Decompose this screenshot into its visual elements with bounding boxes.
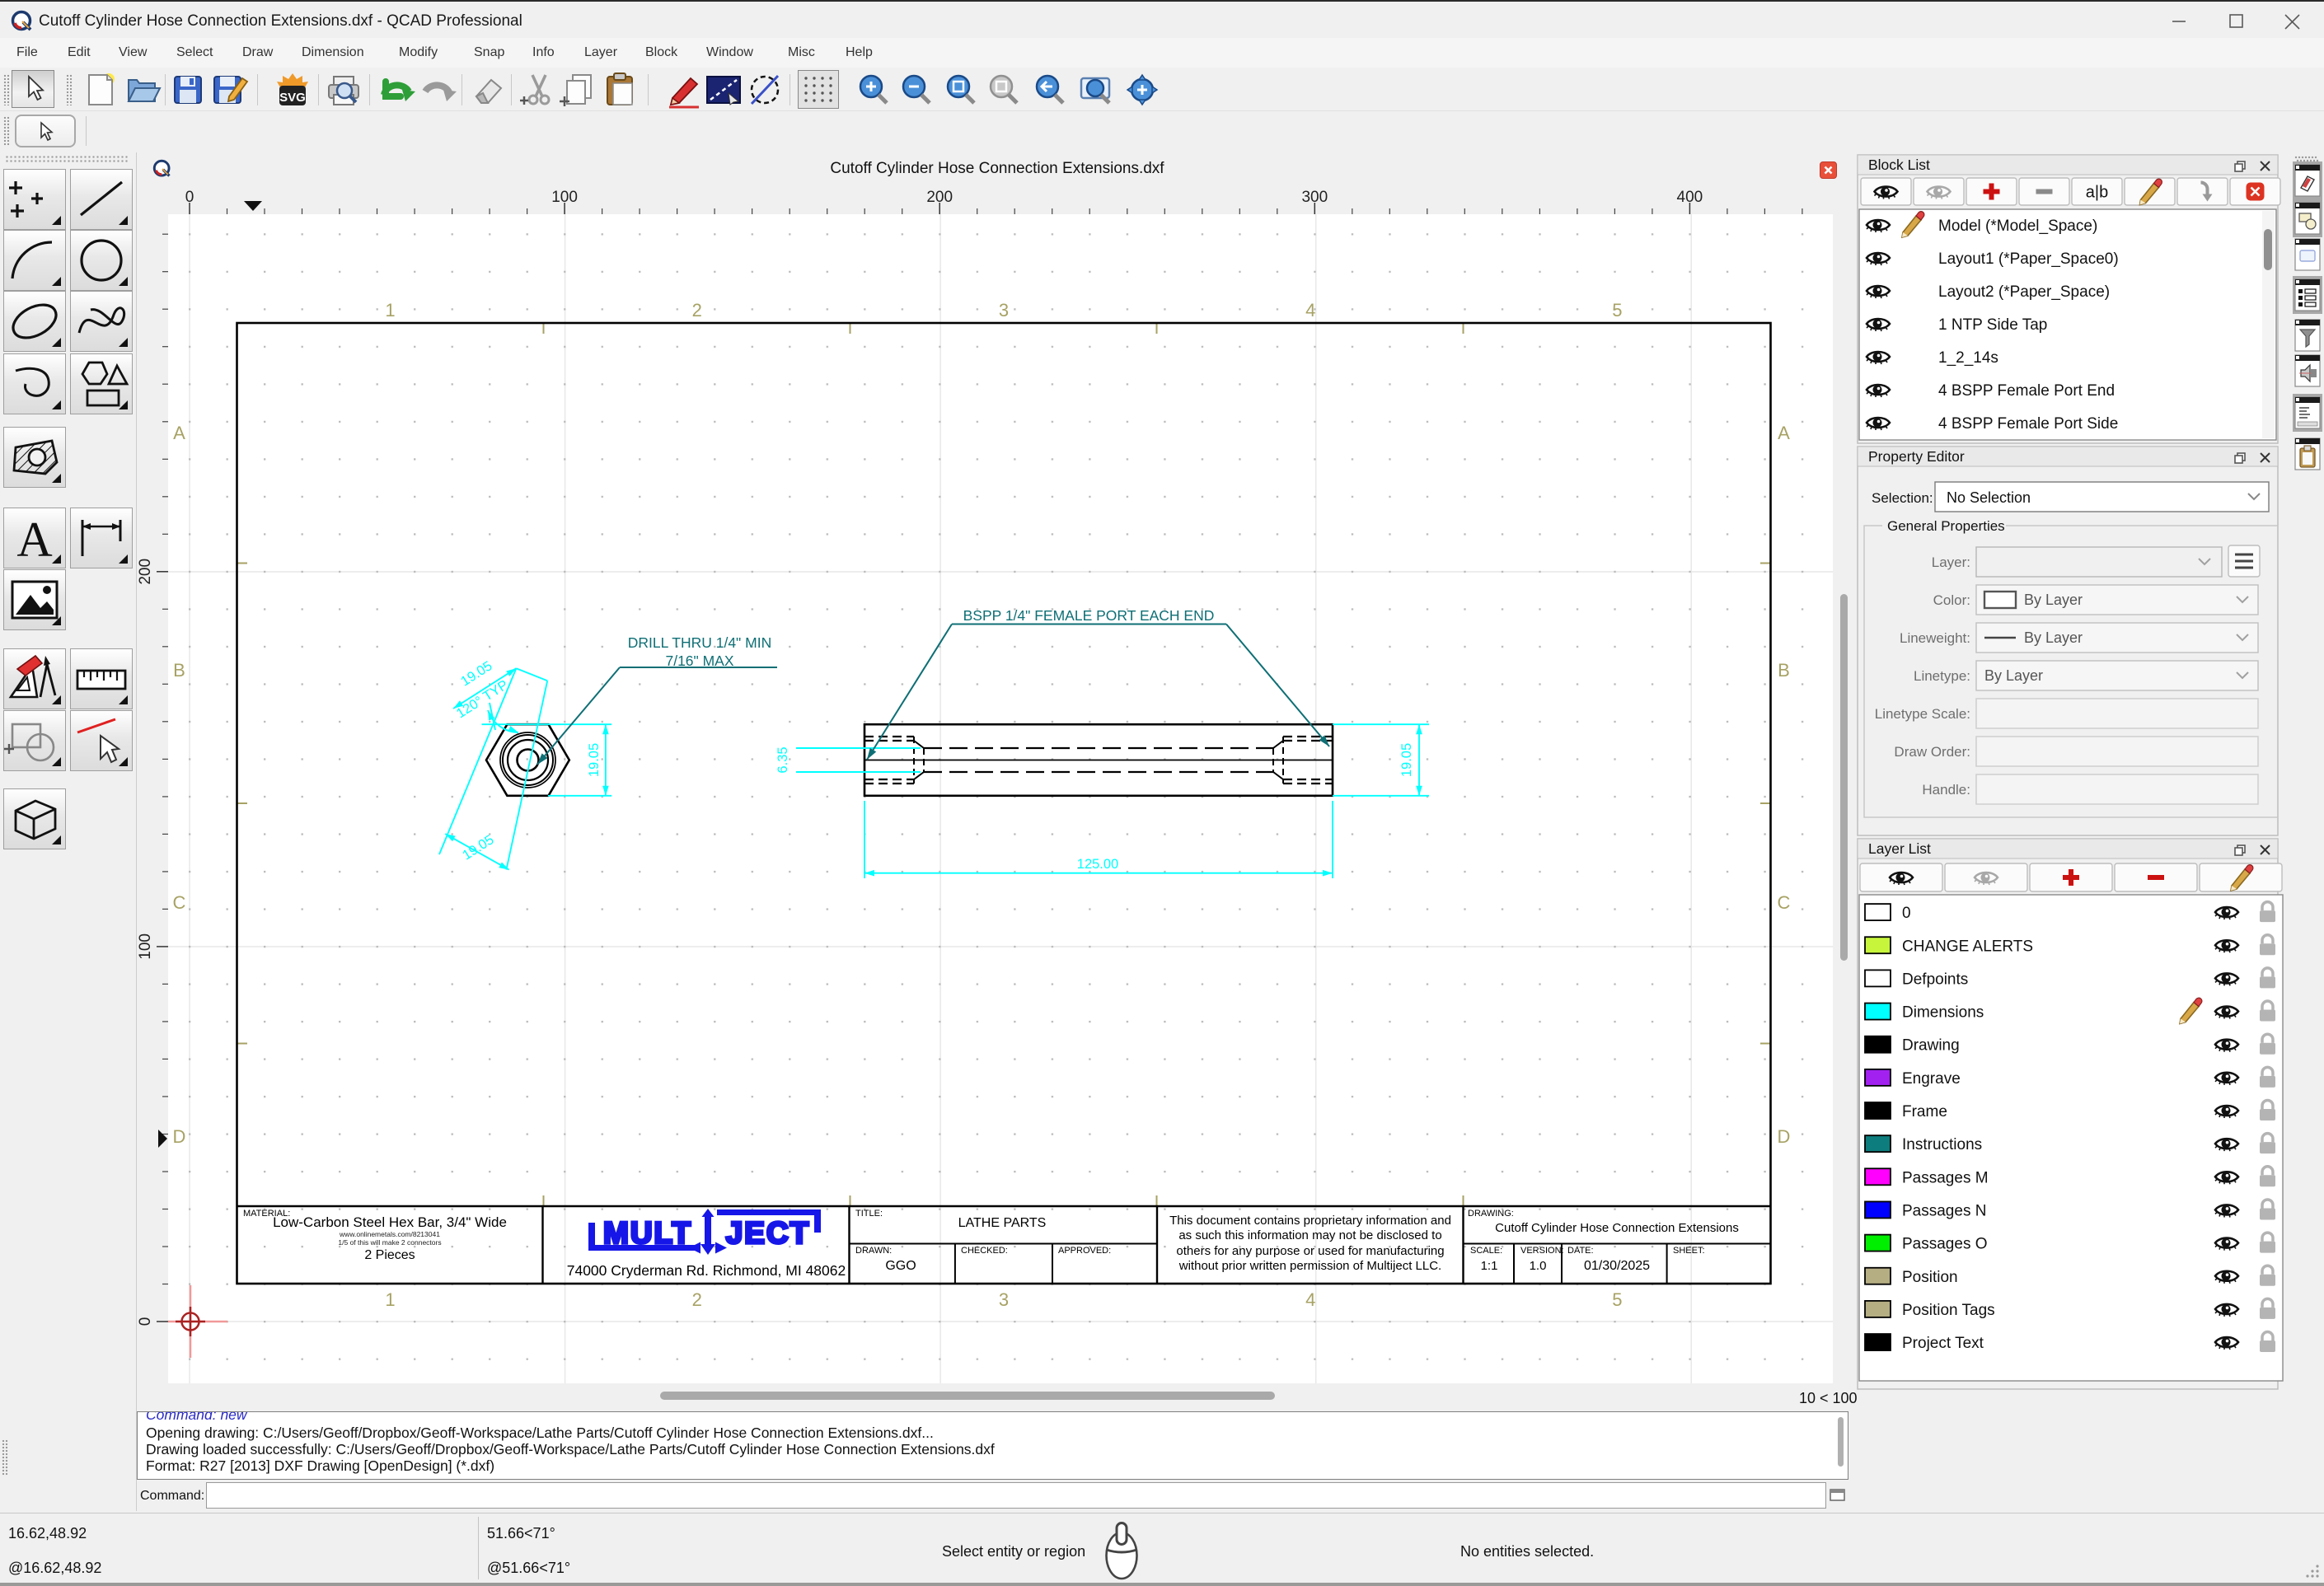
svg-text:DRILL THRU 1/4" MIN: DRILL THRU 1/4" MIN <box>628 634 771 651</box>
svg-text:Block List: Block List <box>1868 157 1930 173</box>
svg-text:By Layer: By Layer <box>1984 667 2043 684</box>
svg-text:JECT: JECT <box>726 1216 811 1250</box>
svg-text:7/16" MAX: 7/16" MAX <box>665 653 733 669</box>
svg-text:Instructions: Instructions <box>1902 1136 1982 1153</box>
svg-text:300: 300 <box>1301 189 1328 206</box>
svg-text:Property Editor: Property Editor <box>1868 448 1965 465</box>
svg-text:5: 5 <box>1612 1289 1622 1310</box>
svg-text:Defpoints: Defpoints <box>1902 971 1968 988</box>
svg-text:1_2_14s: 1_2_14s <box>1938 349 1998 367</box>
svg-text:3: 3 <box>999 1289 1009 1310</box>
svg-text:100: 100 <box>137 933 154 960</box>
svg-text:BSPP 1/4" FEMALE PORT EACH END: BSPP 1/4" FEMALE PORT EACH END <box>963 607 1215 624</box>
svg-text:Layer List: Layer List <box>1868 840 1931 857</box>
svg-text:Project Text: Project Text <box>1902 1335 1984 1352</box>
svg-text:1.0: 1.0 <box>1530 1259 1547 1273</box>
svg-text:Passages N: Passages N <box>1902 1202 1986 1219</box>
svg-text:A: A <box>16 512 52 567</box>
svg-text:Linetype Scale:: Linetype Scale: <box>1875 706 1970 722</box>
svg-text:SHEET:: SHEET: <box>1673 1246 1705 1256</box>
svg-text:a|b: a|b <box>2086 184 2108 202</box>
svg-text:4: 4 <box>1305 300 1315 320</box>
svg-text:without prior written permissi: without prior written permission of Mult… <box>1178 1259 1441 1273</box>
svg-text:B: B <box>173 660 185 681</box>
svg-text:TITLE:: TITLE: <box>855 1209 883 1219</box>
svg-text:Low-Carbon Steel Hex Bar, 3/4": Low-Carbon Steel Hex Bar, 3/4" Wide <box>273 1214 507 1230</box>
svg-text:Draw Order:: Draw Order: <box>1894 744 1970 760</box>
svg-text:01/30/2025: 01/30/2025 <box>1584 1259 1650 1273</box>
svg-text:1 NTP Side Tap: 1 NTP Side Tap <box>1938 316 2047 334</box>
svg-text:DRAWING:: DRAWING: <box>1468 1209 1514 1219</box>
svg-text:19.05: 19.05 <box>587 743 602 777</box>
svg-text:others for any purpose or used: others for any purpose or used for manuf… <box>1176 1244 1444 1258</box>
svg-text:SVG: SVG <box>279 91 306 105</box>
svg-text:2: 2 <box>692 1289 702 1310</box>
svg-text:3: 3 <box>999 300 1009 320</box>
svg-text:www.onlinemetals.com/8213041: www.onlinemetals.com/8213041 <box>339 1230 440 1238</box>
svg-text:1: 1 <box>385 300 395 320</box>
svg-text:Color:: Color: <box>1933 592 1970 608</box>
svg-text:DATE:: DATE: <box>1567 1246 1594 1256</box>
svg-text:MULT: MULT <box>603 1216 692 1250</box>
svg-text:General Properties: General Properties <box>1887 518 2005 534</box>
svg-text:GGO: GGO <box>885 1259 916 1273</box>
svg-text:B: B <box>1778 660 1790 681</box>
svg-text:4 BSPP Female Port End: 4 BSPP Female Port End <box>1938 382 2115 400</box>
svg-text:Model (*Model_Space): Model (*Model_Space) <box>1938 218 2097 235</box>
svg-text:D: D <box>173 1126 186 1147</box>
svg-text:SCALE:: SCALE: <box>1470 1246 1502 1256</box>
svg-text:74000 Cryderman Rd. Richmond,: 74000 Cryderman Rd. Richmond, MI 48062 <box>567 1262 846 1279</box>
svg-text:APPROVED:: APPROVED: <box>1058 1246 1111 1256</box>
svg-text:Position: Position <box>1902 1269 1958 1286</box>
svg-text:This document contains proprie: This document contains proprietary infor… <box>1169 1214 1451 1228</box>
svg-text:Linetype:: Linetype: <box>1914 668 1970 684</box>
svg-text:4 BSPP Female Port Side: 4 BSPP Female Port Side <box>1938 415 2118 433</box>
svg-text:200: 200 <box>926 189 953 206</box>
svg-text:D: D <box>1778 1126 1791 1147</box>
svg-text:2: 2 <box>692 300 702 320</box>
svg-text:5: 5 <box>1612 300 1622 320</box>
svg-text:400: 400 <box>1677 189 1703 206</box>
svg-text:VERSION:: VERSION: <box>1520 1246 1564 1256</box>
svg-text:Handle:: Handle: <box>1922 782 1970 798</box>
svg-text:Layout1 (*Paper_Space0): Layout1 (*Paper_Space0) <box>1938 250 2119 268</box>
svg-text:Frame: Frame <box>1902 1103 1947 1120</box>
svg-text:CHANGE ALERTS: CHANGE ALERTS <box>1902 938 2033 955</box>
svg-text:A: A <box>1778 423 1790 443</box>
svg-text:Engrave: Engrave <box>1902 1070 1961 1088</box>
svg-text:0: 0 <box>185 189 194 206</box>
svg-text:Layer:: Layer: <box>1932 554 1970 570</box>
svg-text:By Layer: By Layer <box>2024 629 2083 646</box>
svg-text:2 Pieces: 2 Pieces <box>364 1248 415 1262</box>
svg-text:Layout2 (*Paper_Space): Layout2 (*Paper_Space) <box>1938 283 2110 301</box>
svg-text:as such this information may n: as such this information may not be disc… <box>1178 1228 1441 1242</box>
svg-text:By Layer: By Layer <box>2024 592 2083 608</box>
svg-text:1:1: 1:1 <box>1481 1259 1498 1273</box>
svg-text:Passages M: Passages M <box>1902 1169 1989 1186</box>
svg-text:Drawing: Drawing <box>1902 1037 1960 1055</box>
svg-text:C: C <box>1778 892 1791 913</box>
svg-text:Selection:: Selection: <box>1872 490 1933 506</box>
svg-text:0: 0 <box>1902 905 1911 922</box>
svg-text:6.35: 6.35 <box>775 746 790 773</box>
svg-text:125.00: 125.00 <box>1077 857 1118 872</box>
svg-text:4: 4 <box>1305 1289 1315 1310</box>
svg-text:1/5 of this will make 2 connec: 1/5 of this will make 2 connectors <box>338 1238 441 1247</box>
svg-text:Lineweight:: Lineweight: <box>1900 630 1970 646</box>
svg-text:C: C <box>173 892 186 913</box>
svg-text:DRAWN:: DRAWN: <box>855 1246 892 1256</box>
svg-text:Cutoff Cylinder Hose Connectio: Cutoff Cylinder Hose Connection Extensio… <box>1495 1221 1739 1235</box>
svg-text:LATHE PARTS: LATHE PARTS <box>958 1216 1047 1230</box>
svg-text:CHECKED:: CHECKED: <box>961 1246 1008 1256</box>
svg-text:No Selection: No Selection <box>1947 489 2031 506</box>
svg-text:Position Tags: Position Tags <box>1902 1302 1995 1319</box>
svg-text:19.05: 19.05 <box>1399 743 1414 777</box>
svg-text:100: 100 <box>551 189 578 206</box>
svg-text:1: 1 <box>385 1289 395 1310</box>
svg-text:0: 0 <box>137 1317 154 1326</box>
svg-text:Dimensions: Dimensions <box>1902 1004 1984 1022</box>
svg-text:A: A <box>173 423 185 443</box>
svg-text:Passages O: Passages O <box>1902 1236 1988 1253</box>
svg-text:200: 200 <box>137 559 154 585</box>
